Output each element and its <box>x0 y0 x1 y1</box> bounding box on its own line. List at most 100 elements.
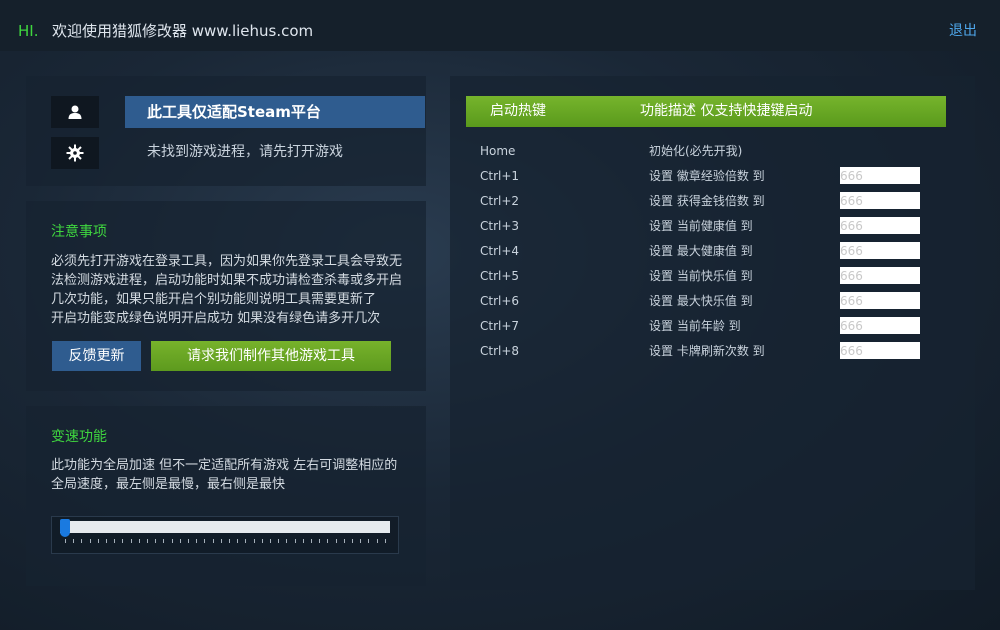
slider-tick <box>65 539 66 543</box>
slider-tick <box>171 539 173 543</box>
hotkey-row: Home 初始化(必先开我) <box>450 141 975 161</box>
speed-description-line: 全局速度，最左侧是最慢，最右侧是最快 <box>51 477 286 492</box>
speed-slider[interactable] <box>51 516 399 554</box>
slider-tick <box>130 539 132 543</box>
hotkey-description: 设置 当前健康值 到 <box>649 219 753 233</box>
header-hotkey: 启动热键 <box>490 103 546 119</box>
notice-title: 注意事项 <box>51 224 107 240</box>
hotkey-key: Ctrl+8 <box>480 344 520 358</box>
hotkey-key: Ctrl+2 <box>480 194 520 208</box>
hotkey-key: Ctrl+5 <box>480 269 520 283</box>
slider-tick <box>384 539 386 543</box>
slider-tick <box>138 539 140 543</box>
hotkey-row: Ctrl+8 设置 卡牌刷新次数 到 <box>450 341 975 361</box>
slider-tick <box>196 539 198 543</box>
slider-tick <box>97 539 99 543</box>
hotkey-value-input[interactable] <box>840 342 920 359</box>
slider-thumb[interactable] <box>60 519 70 537</box>
hotkey-description: 设置 当前快乐值 到 <box>649 269 753 283</box>
slider-tick <box>245 539 247 543</box>
hotkey-key: Ctrl+7 <box>480 319 520 333</box>
hotkey-value-input[interactable] <box>840 167 920 184</box>
platform-panel: 此工具仅适配Steam平台 未找到游戏进程，请先打开游戏 <box>26 76 426 186</box>
slider-tick <box>73 539 75 543</box>
logout-link[interactable]: 退出 <box>949 22 977 40</box>
hotkey-description: 设置 最大健康值 到 <box>649 244 753 258</box>
slider-tick <box>335 539 337 543</box>
slider-tick <box>237 539 239 543</box>
process-status: 未找到游戏进程，请先打开游戏 <box>147 144 343 160</box>
title-bar: HI. 欢迎使用猎狐修改器 www.liehus.com 退出 <box>0 0 1000 51</box>
welcome-text: 欢迎使用猎狐修改器 www.liehus.com <box>52 22 314 40</box>
slider-tick <box>89 539 91 543</box>
slider-tick <box>253 539 255 543</box>
notice-line: 几次功能，如果只能开启个别功能则说明工具需要更新了 <box>51 292 377 307</box>
slider-tick <box>327 539 329 543</box>
slider-tick <box>106 539 107 543</box>
greeting: HI. <box>18 22 39 40</box>
slider-tick <box>368 539 370 543</box>
slider-tick <box>360 539 362 543</box>
speed-description-line: 此功能为全局加速 但不一定适配所有游戏 左右可调整相应的 <box>51 458 398 473</box>
hotkey-description: 设置 最大快乐值 到 <box>649 294 753 308</box>
slider-tick <box>278 539 280 543</box>
hotkeys-header: 启动热键 功能描述 仅支持快捷键启动 <box>466 96 946 127</box>
slider-tick <box>163 539 165 543</box>
slider-ticks <box>65 539 390 545</box>
hotkey-key: Ctrl+6 <box>480 294 520 308</box>
hotkey-value-input[interactable] <box>840 267 920 284</box>
hotkey-row: Ctrl+6 设置 最大快乐值 到 <box>450 291 975 311</box>
slider-tick <box>212 539 214 543</box>
hotkey-description: 初始化(必先开我) <box>649 144 743 158</box>
slider-tick <box>270 539 271 543</box>
slider-tick <box>122 539 124 543</box>
hotkey-value-input[interactable] <box>840 242 920 259</box>
feedback-button[interactable]: 反馈更新 <box>52 341 141 371</box>
platform-title: 此工具仅适配Steam平台 <box>125 96 425 128</box>
request-tool-button[interactable]: 请求我们制作其他游戏工具 <box>151 341 391 371</box>
slider-tick <box>343 539 345 543</box>
speed-title: 变速功能 <box>51 429 107 445</box>
slider-tick <box>286 539 288 543</box>
slider-tick <box>261 539 263 543</box>
notice-line: 开启功能变成绿色说明开启成功 如果没有绿色请多开几次 <box>51 311 381 326</box>
hotkey-row: Ctrl+7 设置 当前年龄 到 <box>450 316 975 336</box>
slider-tick <box>81 539 83 543</box>
hotkey-row: Ctrl+5 设置 当前快乐值 到 <box>450 266 975 286</box>
hotkey-value-input[interactable] <box>840 292 920 309</box>
notice-line: 必须先打开游戏在登录工具，因为如果你先登录工具会导致无 <box>51 254 403 269</box>
slider-tick <box>352 539 353 543</box>
notice-line: 法检测游戏进程，启动功能时如果不成功请检查杀毒或多开启 <box>51 273 403 288</box>
hotkey-row: Ctrl+1 设置 徽章经验倍数 到 <box>450 166 975 186</box>
slider-tick <box>229 539 230 543</box>
slider-tick <box>319 539 321 543</box>
slider-tick <box>114 539 116 543</box>
hotkey-description: 设置 获得金钱倍数 到 <box>649 194 765 208</box>
hotkey-description: 设置 卡牌刷新次数 到 <box>649 344 765 358</box>
slider-track[interactable] <box>60 521 390 533</box>
hotkey-value-input[interactable] <box>840 317 920 334</box>
slider-tick <box>155 539 157 543</box>
slider-tick <box>220 539 222 543</box>
header-description: 功能描述 仅支持快捷键启动 <box>640 103 813 119</box>
slider-tick <box>204 539 206 543</box>
gear-icon <box>51 137 99 169</box>
hotkey-key: Home <box>480 144 516 158</box>
slider-tick <box>302 539 304 543</box>
slider-tick <box>376 539 378 543</box>
slider-tick <box>147 539 148 543</box>
hotkey-key: Ctrl+1 <box>480 169 520 183</box>
user-icon <box>51 96 99 128</box>
hotkey-row: Ctrl+2 设置 获得金钱倍数 到 <box>450 191 975 211</box>
hotkey-description: 设置 当前年龄 到 <box>649 319 741 333</box>
hotkeys-panel: 启动热键 功能描述 仅支持快捷键启动 Home 初始化(必先开我) Ctrl+1… <box>450 76 975 590</box>
speed-panel: 变速功能 此功能为全局加速 但不一定适配所有游戏 左右可调整相应的 全局速度，最… <box>26 406 426 586</box>
slider-tick <box>311 539 312 543</box>
hotkey-key: Ctrl+4 <box>480 244 520 258</box>
slider-tick <box>179 539 181 543</box>
hotkey-description: 设置 徽章经验倍数 到 <box>649 169 765 183</box>
hotkey-value-input[interactable] <box>840 217 920 234</box>
hotkey-value-input[interactable] <box>840 192 920 209</box>
hotkey-row: Ctrl+4 设置 最大健康值 到 <box>450 241 975 261</box>
slider-tick <box>188 539 189 543</box>
